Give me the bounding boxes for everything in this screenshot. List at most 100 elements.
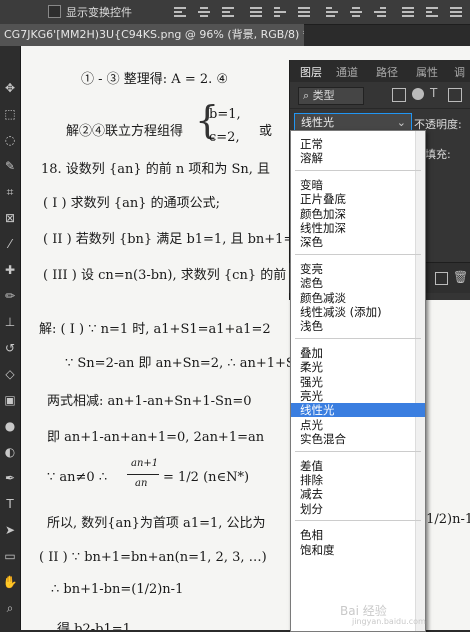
- blend-mode-option[interactable]: 排除: [291, 473, 425, 487]
- text-line: 解: ( I ) ∵ n=1 时, a1+S1=a1+a1=2: [39, 322, 271, 337]
- text-line: = 1/2 (n∈N*): [163, 470, 250, 485]
- tab-paths[interactable]: 路径: [376, 64, 398, 80]
- align-center-icon[interactable]: [350, 5, 362, 18]
- blend-mode-option[interactable]: 差值: [291, 459, 425, 473]
- blend-mode-option[interactable]: 点光: [291, 418, 425, 432]
- blend-mode-option[interactable]: 正片叠底: [291, 192, 425, 206]
- text-line: (1/2)n-1 (n: [421, 512, 470, 527]
- text-line: ( I ) 求数列 {an} 的通项公式;: [43, 196, 220, 211]
- text-line: ( II ) ∵ bn+1=bn+an(n=1, 2, 3, …): [39, 550, 267, 565]
- align-left-icon[interactable]: [326, 5, 338, 18]
- search-icon: ⌕: [303, 89, 313, 102]
- filter-row: ⌕ 类型 T: [290, 82, 470, 109]
- show-transform-controls-label: 显示变换控件: [66, 6, 132, 19]
- blend-mode-option[interactable]: 减去: [291, 487, 425, 501]
- blend-mode-option[interactable]: 色相: [291, 528, 425, 542]
- tab-channels[interactable]: 通道: [336, 64, 358, 80]
- path-select-tool-icon[interactable]: ➤: [2, 522, 18, 538]
- distribute-right-icon[interactable]: [450, 5, 462, 18]
- watermark-url: jingyan.baidu.com: [352, 617, 426, 626]
- zoom-tool-icon[interactable]: ⌕: [2, 600, 18, 616]
- type-filter-icon[interactable]: T: [430, 86, 437, 100]
- gradient-tool-icon[interactable]: ▣: [2, 392, 18, 408]
- blend-mode-option[interactable]: 划分: [291, 502, 425, 516]
- blend-mode-option[interactable]: 变暗: [291, 178, 425, 192]
- blend-mode-option[interactable]: 溶解: [291, 151, 425, 165]
- new-layer-icon[interactable]: [435, 272, 448, 285]
- distribute-horizontal-icon[interactable]: [402, 5, 414, 18]
- blend-mode-option[interactable]: 颜色减淡: [291, 291, 425, 305]
- text-line: 或: [259, 124, 273, 139]
- blend-mode-menu: 正常 溶解变暗 正片叠底 颜色加深 线性加深 深色变亮 滤色 颜色减淡 线性减淡 (添加) 浅色叠…: [290, 130, 426, 632]
- healing-tool-icon[interactable]: ✚: [2, 262, 18, 278]
- move-tool-icon[interactable]: ✥: [2, 80, 18, 96]
- shape-tool-icon[interactable]: ▭: [2, 548, 18, 564]
- document-tab[interactable]: CG7JKG6'[MM2H)3U{C94KS.png @ 96% (背景, RG…: [0, 24, 304, 46]
- history-brush-tool-icon[interactable]: ↺: [2, 340, 18, 356]
- eraser-tool-icon[interactable]: ◇: [2, 366, 18, 382]
- shape-filter-icon[interactable]: [448, 88, 462, 102]
- blur-tool-icon[interactable]: ●: [2, 418, 18, 434]
- options-bar: 显示变换控件: [0, 0, 470, 25]
- marquee-tool-icon[interactable]: ⬚: [2, 106, 18, 122]
- hand-tool-icon[interactable]: ✋: [2, 574, 18, 590]
- text-line: ∵ Sn=2-an 即 an+Sn=2, ∴ an+1+Sn+1: [65, 356, 323, 371]
- fill-label: 填充:: [425, 148, 451, 161]
- distribute-bottom-icon[interactable]: [298, 5, 310, 18]
- align-right-icon[interactable]: [374, 5, 386, 18]
- blend-mode-option[interactable]: 实色混合: [291, 432, 425, 446]
- eyedropper-tool-icon[interactable]: ⁄: [2, 236, 18, 252]
- pen-tool-icon[interactable]: ✒: [2, 470, 18, 486]
- align-middle-icon[interactable]: [198, 5, 210, 18]
- blend-mode-option[interactable]: 亮光: [291, 389, 425, 403]
- text-line: ∴ bn+1-bn=(1/2)n-1: [51, 582, 184, 597]
- menu-separator: [295, 337, 421, 339]
- stamp-tool-icon[interactable]: ⊥: [2, 314, 18, 330]
- frame-tool-icon[interactable]: ⊠: [2, 210, 18, 226]
- fraction-numerator: an+1: [131, 458, 159, 469]
- blend-mode-option[interactable]: 柔光: [291, 360, 425, 374]
- text-line: b=1,: [209, 107, 241, 122]
- tab-properties[interactable]: 属性: [416, 64, 438, 80]
- blend-mode-option[interactable]: 线性光: [291, 403, 425, 418]
- crop-tool-icon[interactable]: ⌗: [2, 184, 18, 200]
- text-line: ∵ an≠0 ∴: [47, 470, 108, 485]
- fraction-denominator: an: [135, 478, 148, 489]
- blend-mode-option[interactable]: 线性减淡 (添加): [291, 305, 425, 319]
- menu-separator: [295, 169, 421, 171]
- trash-icon[interactable]: 🗑: [453, 270, 468, 284]
- text-line: ( II ) 若数列 {bn} 满足 b1=1, 且 bn+1=bn: [43, 232, 312, 247]
- layer-kind-filter[interactable]: ⌕ 类型: [298, 87, 364, 105]
- blend-mode-option[interactable]: 强光: [291, 375, 425, 389]
- blend-mode-option[interactable]: 线性加深: [291, 221, 425, 235]
- blend-mode-option[interactable]: 浅色: [291, 319, 425, 333]
- quick-select-tool-icon[interactable]: ✎: [2, 158, 18, 174]
- adjustment-filter-icon[interactable]: [412, 88, 424, 100]
- blend-mode-option[interactable]: 深色: [291, 235, 425, 249]
- tools-panel: ✥ ⬚ ◌ ✎ ⌗ ⊠ ⁄ ✚ ✏ ⊥ ↺ ◇ ▣ ● ◐ ✒ T ➤ ▭ ✋ …: [0, 46, 21, 630]
- show-transform-controls-checkbox[interactable]: [48, 5, 61, 18]
- tab-layers[interactable]: 图层: [300, 64, 322, 80]
- text-line: 18. 设数列 {an} 的前 n 项和为 Sn, 且: [41, 162, 271, 177]
- distribute-middle-icon[interactable]: [274, 5, 286, 18]
- lasso-tool-icon[interactable]: ◌: [2, 132, 18, 148]
- chevron-down-icon: ⌄: [396, 116, 406, 129]
- panel-tabs: 图层 通道 路径 属性 调整: [290, 60, 470, 95]
- blend-mode-option[interactable]: 滤色: [291, 276, 425, 290]
- align-bottom-icon[interactable]: [222, 5, 234, 18]
- type-tool-icon[interactable]: T: [2, 496, 18, 512]
- dodge-tool-icon[interactable]: ◐: [2, 444, 18, 460]
- blend-mode-option[interactable]: 饱和度: [291, 543, 425, 557]
- image-filter-icon[interactable]: [392, 88, 406, 102]
- brush-tool-icon[interactable]: ✏: [2, 288, 18, 304]
- align-top-icon[interactable]: [174, 5, 186, 18]
- distribute-top-icon[interactable]: [250, 5, 262, 18]
- text-line: 得 b2-b1=1: [57, 622, 131, 630]
- distribute-center-icon[interactable]: [426, 5, 438, 18]
- text-line: 两式相减: an+1-an+Sn+1-Sn=0: [47, 394, 252, 409]
- blend-mode-option[interactable]: 正常: [291, 137, 425, 151]
- blend-mode-option[interactable]: 变亮: [291, 262, 425, 276]
- menu-separator: [295, 450, 421, 452]
- blend-mode-option[interactable]: 颜色加深: [291, 207, 425, 221]
- blend-mode-option[interactable]: 叠加: [291, 346, 425, 360]
